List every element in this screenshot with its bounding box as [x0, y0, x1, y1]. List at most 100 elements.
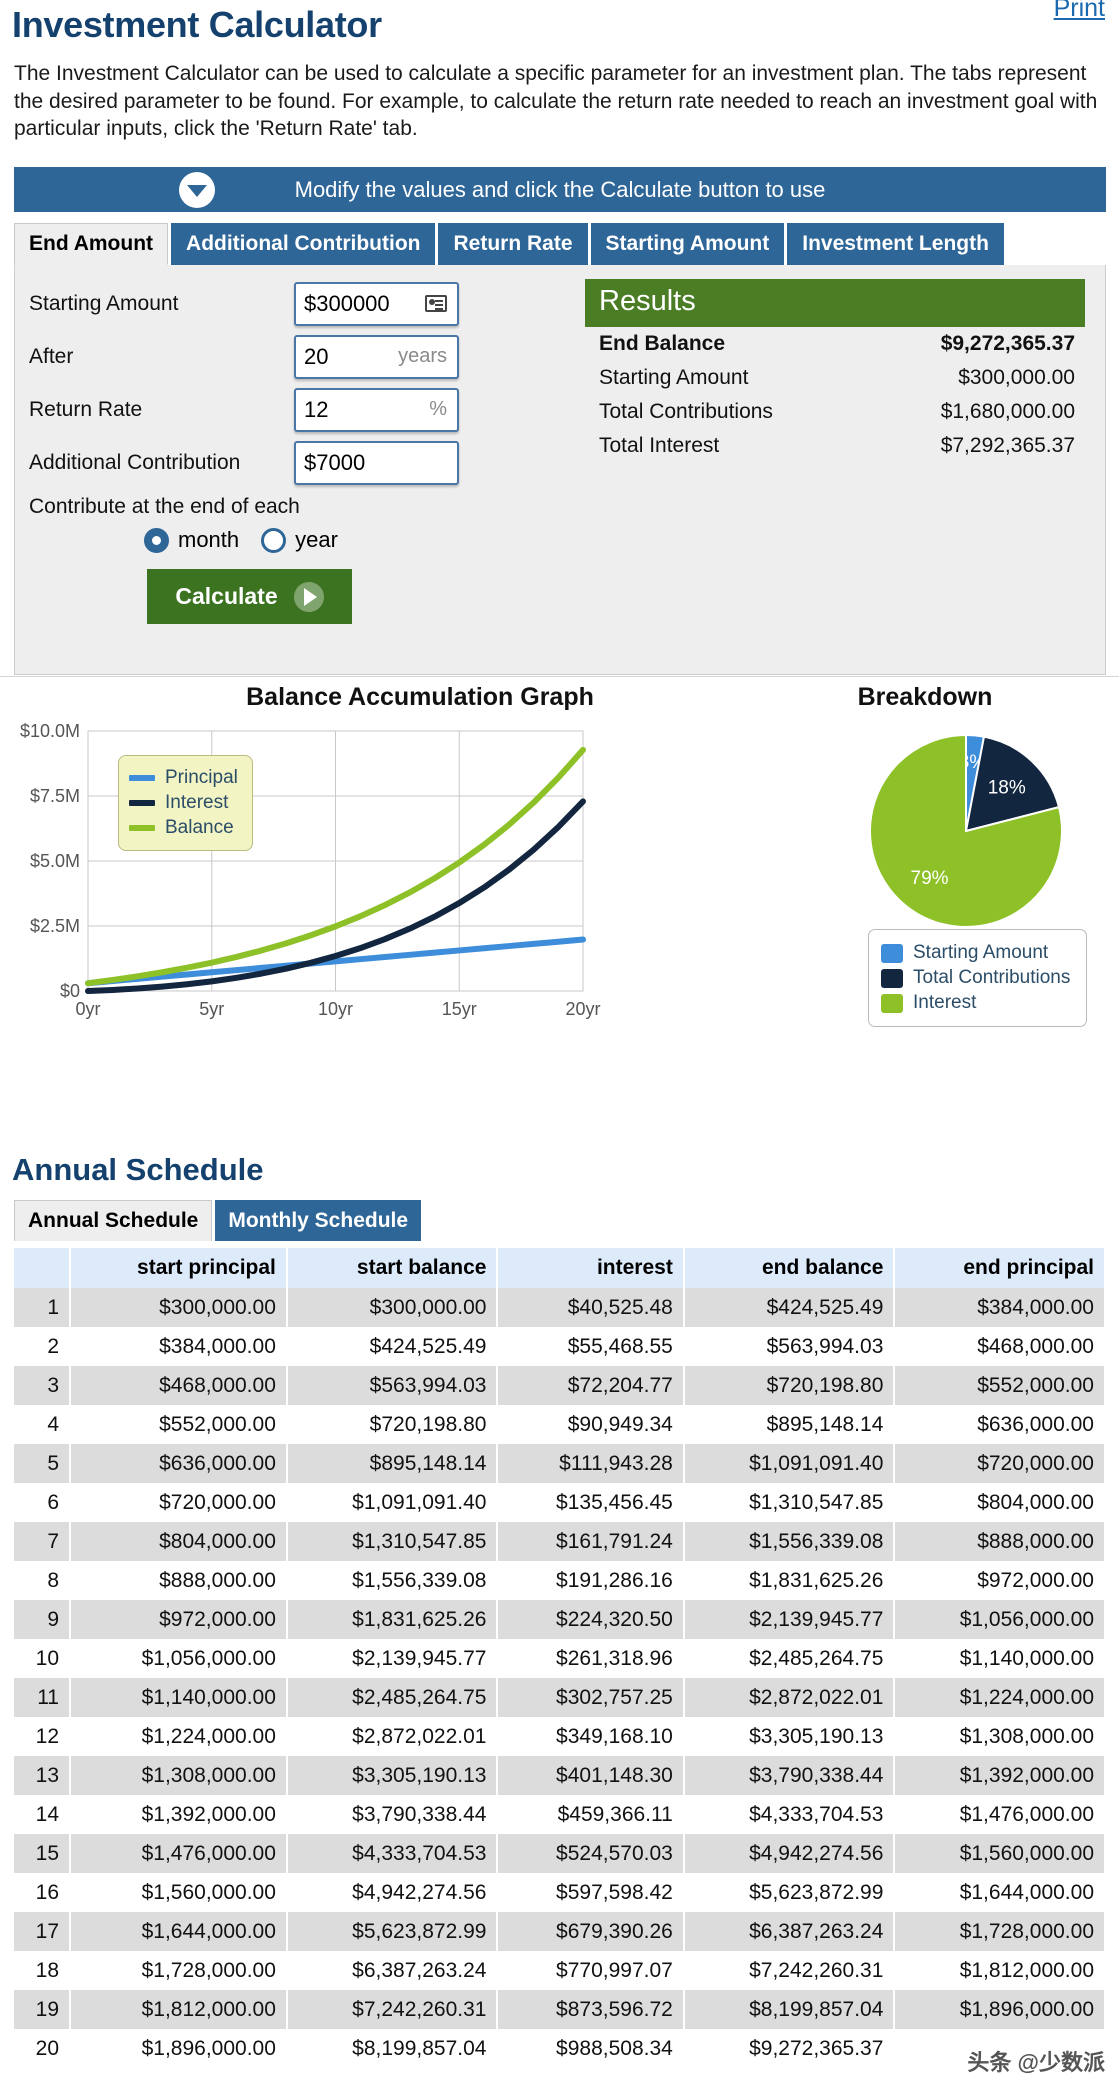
table-cell: $7,242,260.31	[287, 1990, 498, 2029]
schedule-table: start principalstart balanceinterestend …	[14, 1248, 1106, 2068]
table-cell: $300,000.00	[70, 1288, 287, 1327]
row-index: 11	[14, 1678, 70, 1717]
row-index: 18	[14, 1951, 70, 1990]
tab-additional-contribution[interactable]: Additional Contribution	[171, 223, 435, 265]
table-cell: $3,790,338.44	[287, 1795, 498, 1834]
row-index: 13	[14, 1756, 70, 1795]
table-row: 2$384,000.00$424,525.49$55,468.55$563,99…	[14, 1327, 1105, 1366]
svg-text:$2.5M: $2.5M	[30, 916, 80, 936]
chevron-down-icon[interactable]	[179, 172, 215, 208]
svg-text:$5.0M: $5.0M	[30, 851, 80, 871]
table-cell: $1,091,091.40	[684, 1444, 895, 1483]
radio-month[interactable]: month	[144, 527, 239, 553]
table-cell: $720,000.00	[70, 1483, 287, 1522]
table-row: 1$300,000.00$300,000.00$40,525.48$424,52…	[14, 1288, 1105, 1327]
row-index: 17	[14, 1912, 70, 1951]
table-cell: $1,392,000.00	[894, 1756, 1105, 1795]
table-cell: $3,790,338.44	[684, 1756, 895, 1795]
tab-return-rate[interactable]: Return Rate	[438, 223, 587, 265]
legend-label: Principal	[165, 767, 238, 789]
table-row: 14$1,392,000.00$3,790,338.44$459,366.11$…	[14, 1795, 1105, 1834]
table-cell: $552,000.00	[894, 1366, 1105, 1405]
starting-amount-label: Starting Amount	[29, 292, 294, 316]
table-cell: $1,476,000.00	[894, 1795, 1105, 1834]
modify-values-bar[interactable]: Modify the values and click the Calculat…	[14, 167, 1106, 212]
svg-text:$7.5M: $7.5M	[30, 786, 80, 806]
table-cell: $1,056,000.00	[70, 1639, 287, 1678]
table-cell: $1,728,000.00	[70, 1951, 287, 1990]
radio-month-dot[interactable]	[144, 528, 169, 553]
table-cell: $1,560,000.00	[894, 1834, 1105, 1873]
calculate-button[interactable]: Calculate	[147, 569, 352, 624]
radio-year-label: year	[295, 527, 338, 553]
table-cell: $1,056,000.00	[894, 1600, 1105, 1639]
tab-label: Starting Amount	[606, 232, 770, 256]
legend-swatch	[129, 825, 155, 831]
table-cell: $888,000.00	[70, 1561, 287, 1600]
legend-swatch	[129, 800, 155, 806]
table-row: 7$804,000.00$1,310,547.85$161,791.24$1,5…	[14, 1522, 1105, 1561]
contact-card-icon[interactable]	[425, 295, 447, 312]
additional-contribution-row: Additional Contribution $7000	[29, 436, 499, 489]
tab-label: End Amount	[29, 232, 153, 256]
table-cell: $4,333,704.53	[684, 1795, 895, 1834]
starting-amount-input[interactable]: $300000	[294, 282, 459, 326]
after-years-input[interactable]: 20 years	[294, 335, 459, 379]
table-cell: $524,570.03	[497, 1834, 683, 1873]
row-index: 3	[14, 1366, 70, 1405]
row-index: 12	[14, 1717, 70, 1756]
additional-contribution-label: Additional Contribution	[29, 451, 294, 475]
schedule-tab-monthly-schedule[interactable]: Monthly Schedule	[215, 1200, 421, 1241]
table-cell: $1,812,000.00	[70, 1990, 287, 2029]
calculator-panel: Starting Amount $300000 After 20 years R…	[14, 265, 1106, 675]
table-cell: $1,644,000.00	[894, 1873, 1105, 1912]
table-cell: $1,224,000.00	[70, 1717, 287, 1756]
line-chart-legend: PrincipalInterestBalance	[118, 755, 253, 851]
table-row: 10$1,056,000.00$2,139,945.77$261,318.96$…	[14, 1639, 1105, 1678]
table-row: 13$1,308,000.00$3,305,190.13$401,148.30$…	[14, 1756, 1105, 1795]
return-rate-suffix: %	[429, 398, 457, 421]
table-cell: $679,390.26	[497, 1912, 683, 1951]
after-label: After	[29, 345, 294, 369]
table-cell: $2,872,022.01	[287, 1717, 498, 1756]
svg-text:0yr: 0yr	[75, 999, 100, 1019]
table-cell: $459,366.11	[497, 1795, 683, 1834]
table-cell: $424,525.49	[287, 1327, 498, 1366]
table-cell: $873,596.72	[497, 1990, 683, 2029]
table-row: 16$1,560,000.00$4,942,274.56$597,598.42$…	[14, 1873, 1105, 1912]
breakdown-pie-chart: 3%18%79%	[866, 731, 1066, 931]
svg-text:10yr: 10yr	[318, 999, 353, 1019]
radio-month-label: month	[178, 527, 239, 553]
table-cell: $3,305,190.13	[684, 1717, 895, 1756]
table-cell: $972,000.00	[70, 1600, 287, 1639]
table-cell: $1,476,000.00	[70, 1834, 287, 1873]
tab-starting-amount[interactable]: Starting Amount	[591, 223, 785, 265]
table-cell: $111,943.28	[497, 1444, 683, 1483]
table-cell: $468,000.00	[70, 1366, 287, 1405]
table-cell: $4,942,274.56	[684, 1834, 895, 1873]
additional-contribution-input[interactable]: $7000	[294, 441, 459, 485]
tab-end-amount[interactable]: End Amount	[14, 223, 168, 265]
table-cell: $1,091,091.40	[287, 1483, 498, 1522]
table-cell: $972,000.00	[894, 1561, 1105, 1600]
tab-investment-length[interactable]: Investment Length	[787, 223, 1004, 265]
radio-year-dot[interactable]	[261, 528, 286, 553]
return-rate-input[interactable]: 12 %	[294, 388, 459, 432]
starting-amount-row: Starting Amount $300000	[29, 277, 499, 330]
radio-year[interactable]: year	[261, 527, 338, 553]
table-cell: $988,508.34	[497, 2029, 683, 2068]
schedule-tab-label: Monthly Schedule	[228, 1209, 408, 1233]
pie-legend-item: Interest	[881, 992, 1070, 1014]
table-row: 20$1,896,000.00$8,199,857.04$988,508.34$…	[14, 2029, 1105, 2068]
table-cell: $1,644,000.00	[70, 1912, 287, 1951]
table-cell: $895,148.14	[287, 1444, 498, 1483]
table-cell: $2,485,264.75	[684, 1639, 895, 1678]
row-index: 1	[14, 1288, 70, 1327]
table-cell: $804,000.00	[70, 1522, 287, 1561]
table-cell: $1,224,000.00	[894, 1678, 1105, 1717]
table-cell: $1,308,000.00	[70, 1756, 287, 1795]
print-link[interactable]: Print	[1054, 0, 1105, 23]
schedule-tab-annual-schedule[interactable]: Annual Schedule	[14, 1200, 212, 1241]
row-index: 16	[14, 1873, 70, 1912]
table-cell: $2,139,945.77	[684, 1600, 895, 1639]
